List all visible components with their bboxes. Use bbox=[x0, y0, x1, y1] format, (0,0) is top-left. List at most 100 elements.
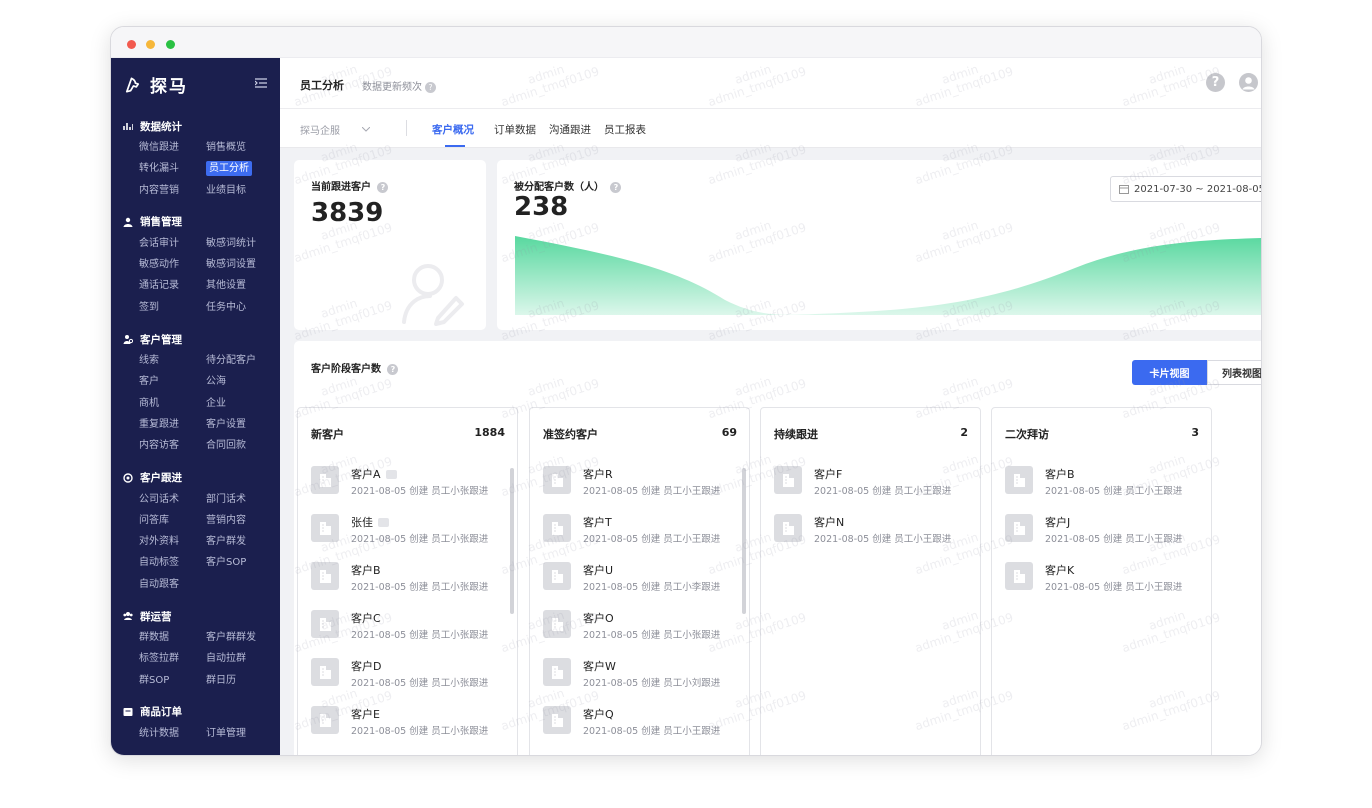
sidebar-group-title[interactable]: 客户跟进 bbox=[111, 467, 280, 489]
list-item[interactable]: 客户R 2021-08-05 创建 员工小王跟进 bbox=[543, 464, 739, 512]
stage-count: 69 bbox=[721, 426, 737, 439]
list-item[interactable]: 张佳 2021-08-05 创建 员工小张跟进 bbox=[311, 512, 507, 560]
company-select[interactable]: 探马企服 bbox=[300, 122, 370, 137]
list-item[interactable]: 客户Q 2021-08-05 创建 员工小王跟进 bbox=[543, 704, 739, 752]
sidebar-item[interactable]: 会话审计 bbox=[139, 233, 206, 254]
sidebar-item-label: 转化漏斗 bbox=[139, 163, 179, 175]
sidebar-item[interactable]: 部门话术 bbox=[206, 489, 273, 510]
sidebar-item[interactable]: 合同回款 bbox=[206, 435, 273, 456]
sidebar-item[interactable]: 订单管理 bbox=[206, 723, 273, 744]
sidebar-item[interactable]: 通话记录 bbox=[139, 275, 206, 296]
help-center-icon[interactable]: ? bbox=[1206, 73, 1225, 92]
list-item[interactable]: 客户K 2021-08-05 创建 员工小王跟进 bbox=[1005, 560, 1201, 608]
list-item[interactable]: 客户B 2021-08-05 创建 员工小王跟进 bbox=[1005, 464, 1201, 512]
help-icon[interactable]: ? bbox=[377, 181, 389, 193]
customer-name-text: 客户R bbox=[583, 468, 613, 481]
sidebar-item[interactable]: 营销内容 bbox=[206, 510, 273, 531]
help-icon[interactable]: ? bbox=[425, 81, 436, 93]
sidebar-item[interactable]: 企业 bbox=[206, 393, 273, 414]
sidebar-item[interactable]: 群日历 bbox=[206, 670, 273, 691]
sidebar-item-label: 敏感词设置 bbox=[206, 259, 256, 271]
sidebar-item-label: 销售概览 bbox=[206, 142, 246, 153]
sidebar-item[interactable]: 员工分析 bbox=[206, 158, 273, 179]
menu-collapse-icon[interactable] bbox=[255, 78, 267, 88]
sidebar-item-label: 客户群群发 bbox=[206, 632, 256, 644]
sidebar-item[interactable]: 任务中心 bbox=[206, 297, 273, 318]
wechat-tag-icon bbox=[385, 469, 397, 479]
customer-name: 客户F bbox=[814, 466, 842, 482]
sidebar-item[interactable]: 群数据 bbox=[139, 627, 206, 648]
sidebar-item[interactable]: 转化漏斗 bbox=[139, 158, 206, 179]
close-window-button[interactable] bbox=[127, 40, 136, 49]
sidebar-group-title[interactable]: 群运营 bbox=[111, 605, 280, 627]
list-item[interactable]: 客户W 2021-08-05 创建 员工小刘跟进 bbox=[543, 656, 739, 704]
minimize-window-button[interactable] bbox=[146, 40, 155, 49]
sidebar-item[interactable]: 敏感词统计 bbox=[206, 233, 273, 254]
sidebar-item[interactable]: 敏感词设置 bbox=[206, 254, 273, 275]
sidebar-group-title[interactable]: 数据统计 bbox=[111, 115, 280, 137]
column-scrollbar[interactable] bbox=[510, 468, 514, 614]
tab-employee-report[interactable]: 员工报表 bbox=[604, 122, 646, 137]
customer-name: 客户D bbox=[351, 658, 381, 674]
sidebar-item[interactable]: 内容营销 bbox=[139, 180, 206, 201]
list-item[interactable]: 客户J 2021-08-05 创建 员工小王跟进 bbox=[1005, 512, 1201, 560]
sidebar-item[interactable]: 线索 bbox=[139, 350, 206, 371]
customer-stage-panel: 客户阶段客户数 ? 卡片视图 列表视图 新客户 1884 客户A 2021-08-05… bbox=[294, 341, 1261, 755]
date-range-picker[interactable]: 2021-07-30 ~ 2021-08-05 bbox=[1110, 176, 1261, 202]
sidebar-item[interactable]: 商机 bbox=[139, 393, 206, 414]
sidebar-item[interactable]: 内容访客 bbox=[139, 435, 206, 456]
brand-logo[interactable]: 探马 bbox=[123, 72, 188, 97]
sidebar-item[interactable]: 重复跟进 bbox=[139, 414, 206, 435]
card-view-button[interactable]: 卡片视图 bbox=[1132, 360, 1207, 385]
customer-meta: 2021-08-05 创建 员工小王跟进 bbox=[583, 726, 721, 737]
sidebar-item[interactable]: 统计数据 bbox=[139, 723, 206, 744]
sidebar-item[interactable]: 业绩目标 bbox=[206, 180, 273, 201]
sidebar-item[interactable]: 待分配客户 bbox=[206, 350, 273, 371]
sidebar-item[interactable]: 自动拉群 bbox=[206, 648, 273, 669]
help-icon[interactable]: ? bbox=[387, 363, 399, 375]
list-item[interactable]: 客户A 2021-08-05 创建 员工小张跟进 bbox=[311, 464, 507, 512]
column-scrollbar[interactable] bbox=[742, 468, 746, 614]
tab-communication[interactable]: 沟通跟进 bbox=[549, 122, 591, 137]
list-item[interactable]: 客户F 2021-08-05 创建 员工小王跟进 bbox=[774, 464, 970, 512]
list-view-button[interactable]: 列表视图 bbox=[1207, 360, 1261, 385]
sidebar-group-title[interactable]: 销售管理 bbox=[111, 211, 280, 233]
sidebar-item[interactable]: 客户 bbox=[139, 371, 206, 392]
maximize-window-button[interactable] bbox=[166, 40, 175, 49]
list-item[interactable]: 客户D 2021-08-05 创建 员工小张跟进 bbox=[311, 656, 507, 704]
sidebar-item[interactable]: 客户群群发 bbox=[206, 627, 273, 648]
sidebar-item[interactable]: 自动跟客 bbox=[139, 574, 206, 595]
sidebar-item[interactable]: 客户SOP bbox=[206, 552, 273, 573]
sidebar-item[interactable]: 标签拉群 bbox=[139, 648, 206, 669]
sidebar-item[interactable]: 问答库 bbox=[139, 510, 206, 531]
sidebar-item[interactable]: 其他设置 bbox=[206, 275, 273, 296]
sidebar-item[interactable]: 客户设置 bbox=[206, 414, 273, 435]
list-item[interactable]: 客户B 2021-08-05 创建 员工小张跟进 bbox=[311, 560, 507, 608]
list-item[interactable]: 客户O 2021-08-05 创建 员工小张跟进 bbox=[543, 608, 739, 656]
list-item[interactable]: 客户C 2021-08-05 创建 员工小张跟进 bbox=[311, 608, 507, 656]
customer-list: 客户A 2021-08-05 创建 员工小张跟进 张佳 2021-08-05 创建 员… bbox=[311, 464, 507, 752]
list-item[interactable]: 客户U 2021-08-05 创建 员工小李跟进 bbox=[543, 560, 739, 608]
sidebar-item[interactable]: 敏感动作 bbox=[139, 254, 206, 275]
avatar[interactable] bbox=[1239, 73, 1258, 92]
list-item[interactable]: 客户T 2021-08-05 创建 员工小王跟进 bbox=[543, 512, 739, 560]
sidebar-item[interactable]: 签到 bbox=[139, 297, 206, 318]
sidebar-item[interactable]: 对外资料 bbox=[139, 531, 206, 552]
sidebar-group-title[interactable]: 商品订单 bbox=[111, 701, 280, 723]
sidebar-item[interactable]: 销售概览 bbox=[206, 137, 273, 158]
sidebar-item[interactable]: 群SOP bbox=[139, 670, 206, 691]
sidebar-item[interactable]: 自动标签 bbox=[139, 552, 206, 573]
sidebar-item[interactable]: 公司话术 bbox=[139, 489, 206, 510]
tab-customer-overview[interactable]: 客户概况 bbox=[432, 122, 474, 137]
help-icon[interactable]: ? bbox=[610, 181, 622, 193]
sidebar-item[interactable]: 公海 bbox=[206, 371, 273, 392]
customer-name: 客户B bbox=[351, 562, 381, 578]
tab-order-data[interactable]: 订单数据 bbox=[494, 122, 536, 137]
customer-name: 客户W bbox=[583, 658, 616, 674]
list-item[interactable]: 客户N 2021-08-05 创建 员工小王跟进 bbox=[774, 512, 970, 560]
sidebar-group-title[interactable]: 客户管理 bbox=[111, 328, 280, 350]
sidebar-item[interactable]: 客户群发 bbox=[206, 531, 273, 552]
list-item[interactable]: 客户E 2021-08-05 创建 员工小张跟进 bbox=[311, 704, 507, 752]
sidebar-item[interactable]: 微信跟进 bbox=[139, 137, 206, 158]
update-frequency[interactable]: 数据更新频次? bbox=[362, 78, 436, 93]
